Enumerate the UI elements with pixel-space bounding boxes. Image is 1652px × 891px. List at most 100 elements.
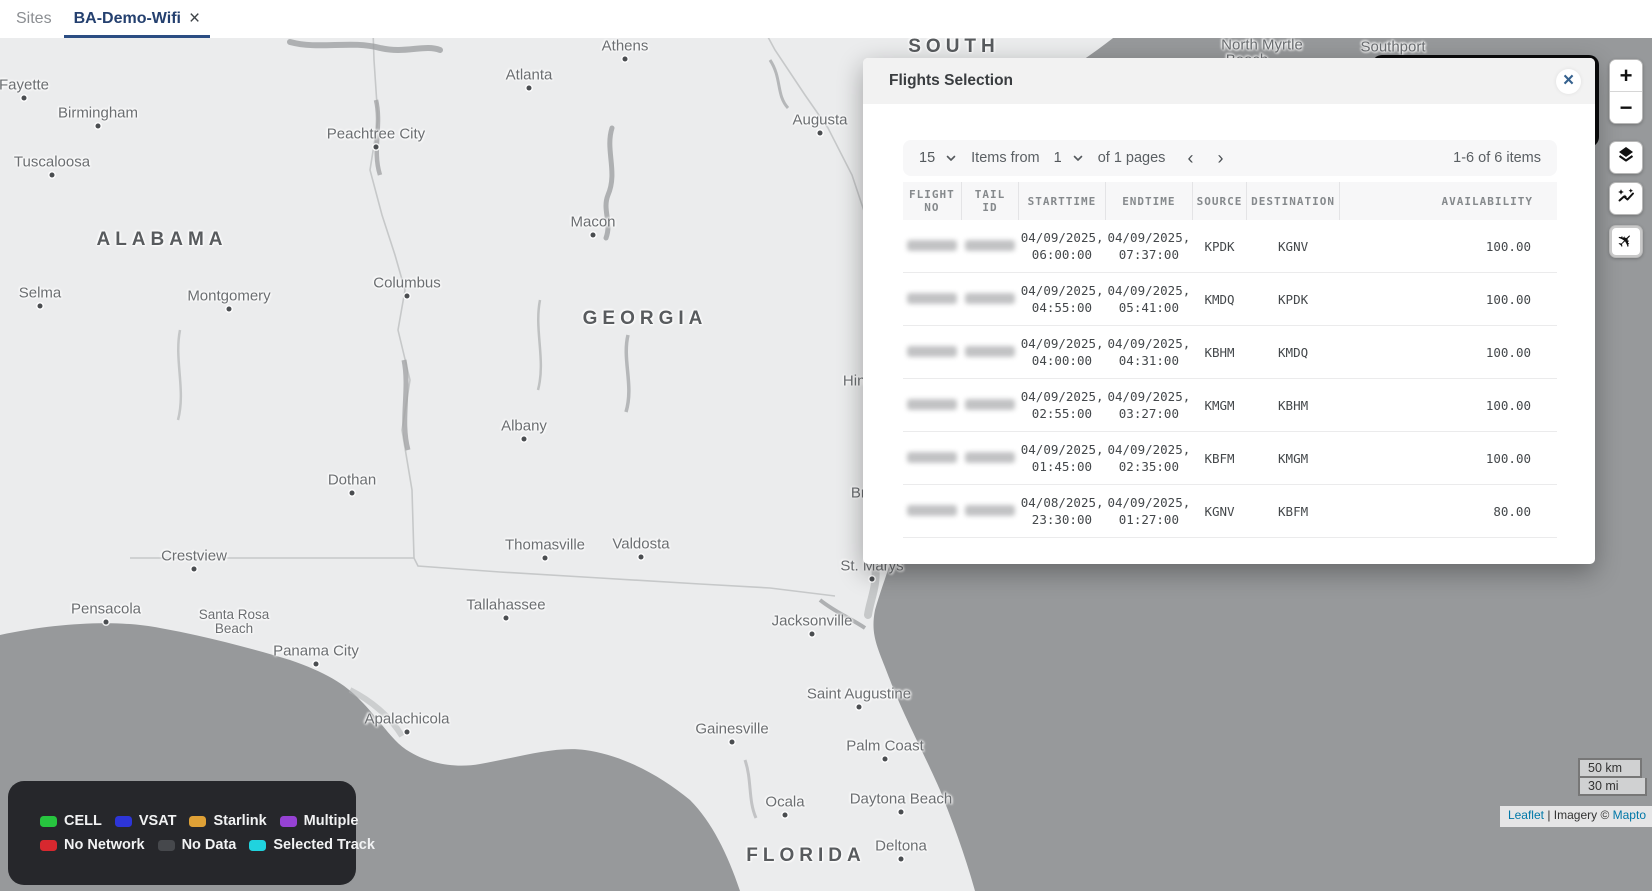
cell-flightno-redacted — [903, 485, 961, 538]
chevron-down-icon — [945, 152, 957, 164]
legend-label: No Network — [64, 837, 145, 853]
legend-swatch — [40, 840, 57, 851]
table-row[interactable]: 04/09/2025, 04:00:0004/09/2025, 04:31:00… — [903, 326, 1557, 379]
flights-tbody: 04/09/2025, 06:00:0004/09/2025, 07:37:00… — [903, 220, 1557, 538]
legend-label: VSAT — [139, 813, 177, 829]
legend-item: No Network — [40, 837, 145, 853]
cell-availability: 100.00 — [1340, 432, 1557, 485]
tab-active-label: BA-Demo-Wifi — [74, 10, 181, 28]
table-row[interactable]: 04/09/2025, 04:55:0004/09/2025, 05:41:00… — [903, 273, 1557, 326]
redacted-value — [965, 293, 1015, 304]
cell-starttime: 04/09/2025, 01:45:00 — [1019, 432, 1105, 485]
map-city-dot — [783, 813, 788, 818]
column-header: AVAILABILITY — [1340, 182, 1557, 220]
page-size-select[interactable]: 15 — [919, 150, 957, 166]
cell-endtime: 04/09/2025, 01:27:00 — [1105, 485, 1193, 538]
cell-destination: KMGM — [1246, 432, 1340, 485]
legend-swatch — [40, 816, 57, 827]
map-city-dot — [50, 173, 55, 178]
chevron-down-icon — [1072, 152, 1084, 164]
close-icon[interactable]: × — [1556, 69, 1581, 94]
map-city-dot — [192, 567, 197, 572]
cell-source: KBHM — [1193, 326, 1247, 379]
map-city-dot — [227, 307, 232, 312]
scale-mi: 30 mi — [1578, 778, 1647, 796]
cell-endtime: 04/09/2025, 07:37:00 — [1105, 220, 1193, 273]
map-city-dot — [543, 556, 548, 561]
cell-starttime: 04/08/2025, 23:30:00 — [1019, 485, 1105, 538]
legend-item: No Data — [158, 837, 237, 853]
prev-page-icon[interactable]: ‹ — [1187, 149, 1193, 167]
redacted-value — [907, 505, 957, 516]
column-header: TAIL ID — [961, 182, 1019, 220]
cell-flightno-redacted — [903, 273, 961, 326]
legend-swatch — [189, 816, 206, 827]
layers-button[interactable] — [1609, 141, 1643, 174]
cell-endtime: 04/09/2025, 02:35:00 — [1105, 432, 1193, 485]
legend-label: No Data — [182, 837, 237, 853]
cell-flightno-redacted — [903, 379, 961, 432]
map-city-dot — [818, 131, 823, 136]
network-legend: CELLVSATStarlinkMultipleNo NetworkNo Dat… — [8, 781, 356, 885]
map-city-dot — [504, 616, 509, 621]
legend-item: Starlink — [189, 813, 266, 829]
map-city-dot — [870, 577, 875, 582]
map-city-dot — [591, 233, 596, 238]
cell-tailid-redacted — [961, 432, 1019, 485]
cell-tailid-redacted — [961, 220, 1019, 273]
dialog-title: Flights Selection — [889, 72, 1013, 90]
next-page-icon[interactable]: › — [1217, 149, 1223, 167]
legend-row: No NetworkNo DataSelected Track — [40, 835, 356, 855]
cell-endtime: 04/09/2025, 04:31:00 — [1105, 326, 1193, 379]
page-size-value: 15 — [919, 150, 935, 166]
map-city-dot — [104, 620, 109, 625]
table-row[interactable]: 04/09/2025, 06:00:0004/09/2025, 07:37:00… — [903, 220, 1557, 273]
tab-close-icon[interactable]: × — [189, 9, 200, 28]
redacted-value — [907, 240, 957, 251]
flights-button[interactable]: ✈ — [1609, 225, 1643, 258]
cell-flightno-redacted — [903, 326, 961, 379]
tab-sites[interactable]: Sites — [4, 0, 64, 38]
redacted-value — [965, 399, 1015, 410]
map-city-dot — [38, 304, 43, 309]
tab-bar: Sites BA-Demo-Wifi × — [0, 0, 1652, 38]
cell-flightno-redacted — [903, 220, 961, 273]
cell-starttime: 04/09/2025, 02:55:00 — [1019, 379, 1105, 432]
legend-item: Multiple — [280, 813, 359, 829]
page-value: 1 — [1054, 150, 1062, 166]
redacted-value — [965, 452, 1015, 463]
cell-tailid-redacted — [961, 326, 1019, 379]
cell-source: KMDQ — [1193, 273, 1247, 326]
pagination-bar: 15 Items from 1 of 1 pages ‹ › 1-6 of 6 … — [903, 140, 1557, 176]
zoom-out-button[interactable]: − — [1610, 92, 1642, 123]
table-row[interactable]: 04/08/2025, 23:30:0004/09/2025, 01:27:00… — [903, 485, 1557, 538]
cell-tailid-redacted — [961, 379, 1019, 432]
zoom-in-button[interactable]: + — [1610, 60, 1642, 92]
legend-label: Selected Track — [273, 837, 375, 853]
cell-availability: 100.00 — [1340, 273, 1557, 326]
leaflet-link[interactable]: Leaflet — [1508, 808, 1544, 822]
cell-destination: KGNV — [1246, 220, 1340, 273]
tab-ba-demo-wifi[interactable]: BA-Demo-Wifi × — [64, 0, 211, 38]
cell-endtime: 04/09/2025, 03:27:00 — [1105, 379, 1193, 432]
legend-row: CELLVSATStarlinkMultiple — [40, 811, 356, 831]
column-header: FLIGHT NO — [903, 182, 961, 220]
imagery-provider-link[interactable]: Mapto — [1613, 808, 1646, 822]
flights-table: FLIGHT NOTAIL IDSTARTTIMEENDTIMESOURCEDE… — [903, 182, 1557, 538]
auto-style-button[interactable] — [1609, 182, 1643, 215]
table-row[interactable]: 04/09/2025, 01:45:0004/09/2025, 02:35:00… — [903, 432, 1557, 485]
cell-destination: KMDQ — [1246, 326, 1340, 379]
cell-destination: KPDK — [1246, 273, 1340, 326]
table-row[interactable]: 04/09/2025, 02:55:0004/09/2025, 03:27:00… — [903, 379, 1557, 432]
attribution-text: | Imagery © — [1544, 808, 1613, 822]
page-select[interactable]: 1 — [1054, 150, 1084, 166]
legend-item: Selected Track — [249, 837, 375, 853]
redacted-value — [907, 399, 957, 410]
cell-source: KBFM — [1193, 432, 1247, 485]
cell-availability: 100.00 — [1340, 326, 1557, 379]
scale-km: 50 km — [1578, 758, 1642, 778]
app-root: FayetteBirminghamTuscaloosaALABAMASelmaM… — [0, 0, 1652, 891]
legend-label: Multiple — [304, 813, 359, 829]
zoom-control: + − — [1609, 59, 1643, 124]
map-attribution: Leaflet | Imagery © Mapto — [1500, 806, 1652, 827]
